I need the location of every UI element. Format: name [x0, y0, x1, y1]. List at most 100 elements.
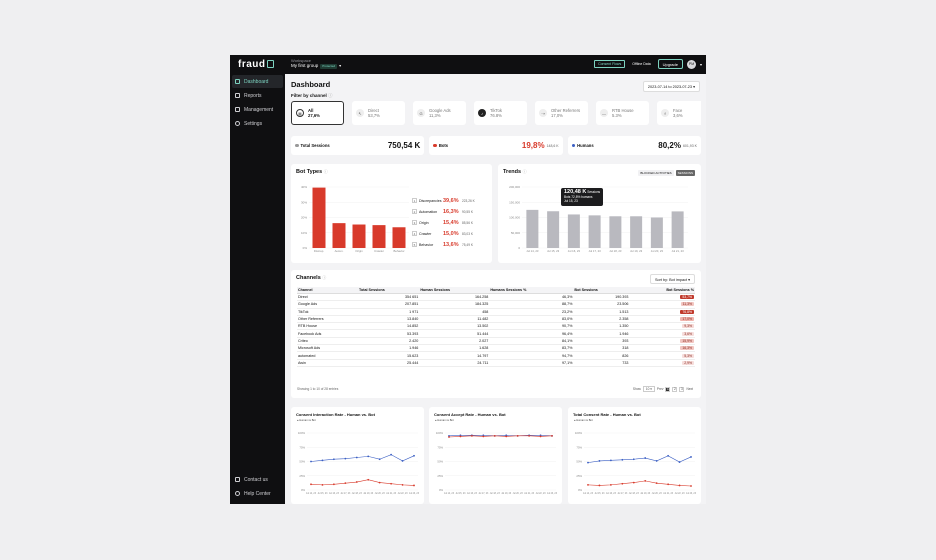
channel-card-all[interactable]: ▦ All 27,6%: [291, 101, 344, 125]
logo[interactable]: fraud: [238, 59, 274, 70]
pagination: Show 10 ▾ Prev 1 2 3 Next: [633, 386, 693, 392]
legend-name: Behavior: [419, 242, 434, 247]
sidebar-item-reports[interactable]: Reports: [232, 89, 283, 102]
table-cell: 53.393: [358, 329, 420, 338]
chevron-down-icon[interactable]: ▾: [700, 62, 702, 67]
table-row[interactable]: Other Referrers 13.840 11.482 83,0% 2.358 17,…: [297, 315, 695, 324]
consent-flows-button[interactable]: Consent Flows: [594, 60, 626, 68]
channel-card-direct[interactable]: ↖ Direct 53,7%: [352, 101, 405, 125]
channel-card-google-ads[interactable]: G Google Ads 11,3%: [413, 101, 466, 125]
table-row[interactable]: RTB House 14.852 13.502 90,7% 1.350 9,3%: [297, 322, 695, 331]
series-line: [448, 435, 553, 438]
data-point: [413, 484, 415, 487]
page-size-select[interactable]: 10 ▾: [642, 386, 655, 392]
page-button[interactable]: 3: [679, 386, 685, 392]
stats-row: Total Sessions 750,54 K Bots 19,8% 148,6…: [291, 136, 701, 155]
x-tick-label: Jul 20, 23: [651, 249, 664, 253]
page-button[interactable]: 1: [665, 386, 671, 392]
sidebar-nav: Dashboard Reports Management Settings: [232, 75, 283, 131]
y-tick-label: 100%: [298, 431, 306, 435]
stat-value: 19,8%: [521, 141, 545, 150]
legend-row[interactable]: 3 Origin 15,4% 85,56 K: [412, 217, 488, 228]
link-icon: ⇢: [539, 109, 547, 117]
table-cell: 1.946: [358, 344, 420, 353]
legend-count: 85,56 K: [462, 220, 473, 225]
data-point: [413, 454, 415, 457]
legend-row[interactable]: 2 Automation 16,3% 90,55 K: [412, 206, 488, 217]
channel-card-rtb-house[interactable]: — RTB House 5.3%: [596, 101, 649, 125]
data-point: [310, 460, 312, 463]
data-point: [448, 436, 450, 438]
stat-label: Bots: [438, 143, 449, 148]
x-tick-label: Jul 17, 23: [340, 493, 351, 495]
table-row[interactable]: Facebook Ads 53.393 51.444 96,4% 1.946 3,6%: [297, 329, 695, 338]
sidebar-item-contact[interactable]: Contact us: [232, 473, 283, 486]
x-tick-label: Jul 18, 23: [609, 249, 622, 253]
sidebar-item-dashboard[interactable]: Dashboard: [232, 75, 283, 88]
stat-total-sessions: Total Sessions 750,54 K: [291, 136, 425, 155]
data-point: [598, 484, 601, 487]
legend-name: Discrepancies: [419, 198, 442, 203]
channel-card-facebook[interactable]: f Face 3,6%: [657, 101, 701, 125]
upgrade-button[interactable]: Upgrade: [657, 59, 683, 69]
date-range-picker[interactable]: 2023-07-14 to 2023-07-23 ▾: [642, 81, 700, 92]
data-point: [401, 483, 404, 486]
sidebar-item-management[interactable]: Management: [232, 103, 283, 116]
table-cell: 826: [573, 351, 630, 360]
gear-icon: [235, 121, 240, 126]
sidebar-item-settings[interactable]: Settings: [232, 117, 283, 130]
sidebar-item-label: Management: [244, 106, 274, 113]
channel-card-other-referrers[interactable]: ⇢ Other Referrers 17,0%: [535, 101, 588, 125]
legend-row[interactable]: 5 Behavior 13,6% 75,49 K: [412, 239, 488, 250]
data-point: [644, 479, 647, 482]
table-row[interactable]: Microsoft Ads 1.946 1.628 83,7% 318 16,3%: [297, 344, 695, 353]
legend-row[interactable]: 1 Discrepancies 39,6% 223,26 K: [412, 195, 488, 206]
next-page-button[interactable]: Next: [686, 387, 693, 391]
table-row[interactable]: Direct 354 651 164.258 46,3% 190.393 53,7%: [297, 293, 695, 302]
y-tick-label: 100%: [575, 431, 583, 435]
y-tick-label: 100%: [436, 431, 444, 435]
facebook-icon: f: [661, 109, 669, 117]
x-tick-label: Jul 21, 23: [524, 493, 535, 495]
table-footer: Showing 1 to 10 of 28 entries: [297, 387, 339, 391]
table-cell: 733: [573, 359, 630, 367]
channel-pct: 5.3%: [612, 113, 622, 118]
date-range-value: 2023-07-14 to 2023-07-23: [647, 85, 693, 89]
table-row[interactable]: TikTok 1 971 458 23,2% 1.513 76,8%: [297, 308, 695, 316]
workspace-selector[interactable]: Workspace My first group Protected ▾: [291, 58, 341, 69]
table-cell: 164.258: [419, 293, 490, 302]
data-point: [482, 435, 485, 438]
table-cell: 9,3%: [629, 322, 695, 331]
y-tick-label: 100,000: [509, 216, 520, 220]
table-row[interactable]: automated 15.623 14.797 94,7% 826 5,3%: [297, 351, 695, 360]
offline-data-button[interactable]: Offline Data: [629, 60, 653, 68]
x-tick-label: Jul 23, 23: [686, 493, 697, 495]
prev-page-button[interactable]: Prev: [657, 387, 664, 391]
tooltip-date: Jul 15, 23: [564, 199, 578, 203]
tiktok-icon: ♪: [478, 109, 486, 117]
management-icon: [235, 107, 240, 112]
sidebar-item-help[interactable]: Help Center: [232, 487, 283, 500]
data-point: [690, 456, 692, 458]
table-cell: 458: [419, 308, 490, 316]
status-dot: [433, 143, 437, 148]
main-content: Dashboard 2023-07-14 to 2023-07-23 ▾ Fil…: [285, 74, 706, 504]
legend-row[interactable]: 4 Crawler 15,0% 83,03 K: [412, 228, 488, 239]
data-point: [609, 483, 612, 486]
status-dot: [295, 143, 299, 148]
page-button[interactable]: 2: [672, 386, 678, 392]
bot-types-legend: 1 Discrepancies 39,6% 223,26 K 2 Automation 1…: [412, 195, 488, 250]
avatar[interactable]: PM: [686, 59, 696, 69]
table-cell: Awin: [297, 359, 358, 367]
table-row[interactable]: Awin 25.444 24.711 97,1% 733 2,9%: [297, 359, 695, 367]
legend-pct: 39,6%: [443, 197, 459, 204]
bot-pct-badge: 16,3%: [680, 346, 694, 351]
legend-pct: 15,0%: [443, 230, 459, 237]
table-row[interactable]: Criteo 2.420 2.027 84,1% 393 15,9%: [297, 337, 695, 346]
table-row[interactable]: Google Ads 207.851 184.325 88,7% 23.506 11,3%: [297, 300, 695, 309]
bot-pct-badge: 17,0%: [680, 317, 694, 322]
bot-pct-badge: 15,9%: [680, 338, 694, 343]
channel-card-tiktok[interactable]: ♪ TikTok 76.8%: [474, 101, 527, 125]
sort-select[interactable]: Sort by: Bot impact ▾: [649, 274, 695, 284]
table-cell: 11.482: [419, 315, 490, 324]
